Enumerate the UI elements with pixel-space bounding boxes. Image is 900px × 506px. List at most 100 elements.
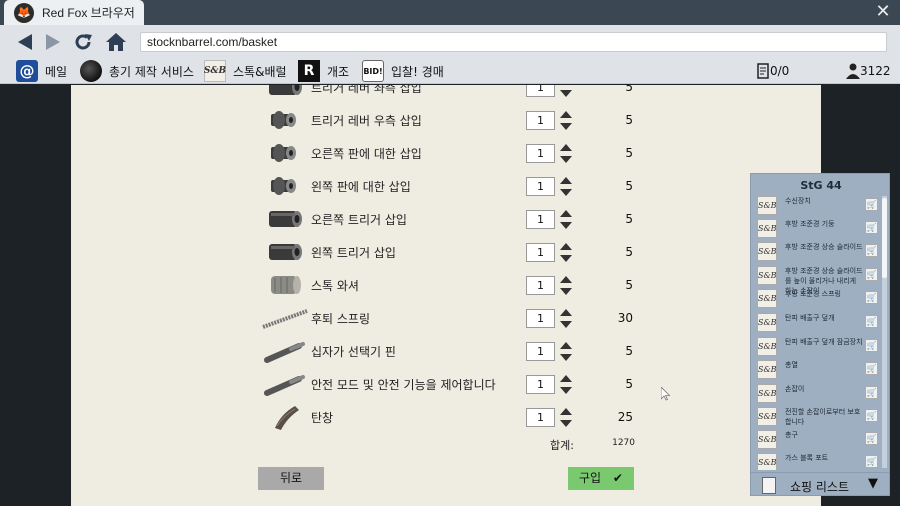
cart-icon[interactable]: 🛒 (865, 409, 878, 422)
bookmark-mods[interactable]: R 개조 (298, 59, 349, 83)
item-price: 25 (617, 410, 633, 424)
back-arrow-icon[interactable] (14, 31, 36, 53)
shopping-list-item[interactable]: S&B 총열 🛒 (753, 358, 883, 381)
back-button[interactable]: 뒤로 (258, 467, 324, 490)
basket-row: 오른쪽 판에 대한 삽입 1 5 (71, 137, 821, 170)
stock-and-barrel-logo: S&B (757, 407, 777, 426)
quantity-stepper-icon[interactable] (559, 374, 573, 395)
basket-row: 탄창 1 25 (71, 401, 821, 434)
bookmarks-bar: @ 메일 총기 제작 서비스 S&B 스톡&배럴 R 개조 BID! 입찰! 경… (0, 58, 900, 84)
address-bar[interactable]: stocknbarrel.com/basket (140, 32, 887, 52)
cart-icon[interactable]: 🛒 (865, 291, 878, 304)
quantity-stepper-icon[interactable] (559, 242, 573, 263)
shopping-list-items[interactable]: S&B 수신장치 🛒 S&B 후방 조준경 기둥 🛒 S&B 후방 조준경 상승 슬라이드 🛒 S… (753, 194, 883, 470)
quantity-input[interactable]: 1 (526, 342, 555, 361)
bookmark-label: 메일 (45, 64, 68, 79)
cart-icon[interactable]: 🛒 (865, 339, 878, 352)
part-image (261, 338, 309, 364)
shopping-item-name: 수신장치 (785, 197, 811, 205)
quantity-stepper-icon[interactable] (559, 209, 573, 230)
shopping-item-name: 손잡이 (785, 385, 805, 393)
quantity-input[interactable]: 1 (526, 408, 555, 427)
bookmark-gunsmith[interactable]: 총기 제작 서비스 (80, 59, 194, 83)
shopping-item-name: 후방 조준경 상승 슬라이드 (785, 243, 863, 251)
quantity-stepper-icon[interactable] (559, 308, 573, 329)
collapse-arrow-icon[interactable]: ▼ (868, 476, 878, 491)
cart-icon[interactable]: 🛒 (865, 244, 878, 257)
account-indicator[interactable]: 3122 (846, 59, 891, 83)
quantity-stepper-icon[interactable] (559, 275, 573, 296)
reload-icon[interactable] (72, 31, 94, 53)
shopping-item-name: 전진할 손잡이로부터 보호합니다 (785, 408, 861, 426)
shopping-list-item[interactable]: S&B 전진할 손잡이로부터 보호합니다 🛒 (753, 405, 883, 428)
shopping-item-name: 총열 (785, 361, 798, 369)
shopping-list-item[interactable]: S&B 탄피 배출구 덮개 🛒 (753, 311, 883, 334)
quantity-stepper-icon[interactable] (559, 341, 573, 362)
shopping-list-item[interactable]: S&B 후방 조준경 상승 슬라이드를 높이 올리거나 내리게 하는 손잡이 🛒 (753, 264, 883, 295)
quantity-input[interactable]: 1 (526, 85, 555, 97)
part-image (261, 272, 309, 298)
buy-label: 구입 (579, 471, 602, 485)
quantity-stepper-icon[interactable] (559, 110, 573, 131)
shopping-item-name: 후방 조준경 스프링 (785, 290, 841, 298)
item-price: 5 (625, 85, 633, 94)
quantity-stepper-icon[interactable] (559, 143, 573, 164)
basket-row: 오른쪽 트리거 삽입 1 5 (71, 203, 821, 236)
quantity-input[interactable]: 1 (526, 309, 555, 328)
bookmark-mail[interactable]: @ 메일 (16, 59, 67, 83)
shopping-list-item[interactable]: S&B 가스 블록 포트 🛒 (753, 451, 883, 470)
title-bar: 🦊 Red Fox 브라우저 ✕ (0, 0, 900, 25)
cart-icon[interactable]: 🛒 (865, 432, 878, 445)
quantity-stepper-icon[interactable] (559, 85, 573, 98)
cart-icon[interactable]: 🛒 (865, 315, 878, 328)
forward-arrow-icon[interactable] (42, 31, 64, 53)
home-icon[interactable] (105, 31, 127, 53)
shopping-list-item[interactable]: S&B 후방 조준경 상승 슬라이드 🛒 (753, 240, 883, 263)
quantity-input[interactable]: 1 (526, 111, 555, 130)
bookmark-stock-and-barrel[interactable]: S&B 스톡&배럴 (204, 59, 287, 83)
cart-icon[interactable]: 🛒 (865, 362, 878, 375)
browser-tab[interactable]: 🦊 Red Fox 브라우저 (4, 0, 144, 25)
shopping-list-label: 쇼핑 리스트 (790, 480, 850, 494)
orders-indicator[interactable]: 0/0 (757, 59, 789, 83)
quantity-input[interactable]: 1 (526, 276, 555, 295)
basket-page: 트리거 레버 좌측 삽입 1 5 트리거 레버 우측 삽입 1 5 오른쪽 판에 대한 삽입… (71, 85, 821, 506)
shopping-item-name: 가스 블록 포트 (785, 454, 829, 462)
cart-icon[interactable]: 🛒 (865, 455, 878, 468)
item-price: 5 (625, 146, 633, 160)
stock-and-barrel-logo: S&B (757, 384, 777, 403)
shopping-list-item[interactable]: S&B 탄피 배출구 덮개 잠금장치 🛒 (753, 335, 883, 358)
quantity-stepper-icon[interactable] (559, 407, 573, 428)
quantity-input[interactable]: 1 (526, 375, 555, 394)
cart-icon[interactable]: 🛒 (865, 221, 878, 234)
shopping-list-item[interactable]: S&B 수신장치 🛒 (753, 194, 883, 217)
shopping-list-item[interactable]: S&B 후방 조준경 기둥 🛒 (753, 217, 883, 240)
cart-icon[interactable]: 🛒 (865, 268, 878, 281)
mail-icon: @ (16, 60, 38, 82)
cart-icon[interactable]: 🛒 (865, 198, 878, 211)
shopping-list-panel: StG 44 S&B 수신장치 🛒 S&B 후방 조준경 기둥 🛒 S&B 후방 조준경 상승… (750, 173, 890, 496)
shopping-list-footer[interactable]: 쇼핑 리스트 ▼ (751, 472, 889, 496)
bookmark-bid-auction[interactable]: BID! 입찰! 경매 (362, 59, 444, 83)
shopping-list-scrollbar[interactable] (882, 196, 887, 468)
part-name: 십자가 선택기 핀 (311, 345, 396, 359)
stock-and-barrel-logo: S&B (757, 266, 777, 285)
part-image (261, 140, 309, 166)
quantity-input[interactable]: 1 (526, 144, 555, 163)
item-price: 5 (625, 278, 633, 292)
close-window-icon[interactable]: ✕ (872, 1, 894, 23)
shopping-list-title: StG 44 (800, 179, 842, 192)
user-money-icon (846, 63, 860, 79)
scrollbar-thumb[interactable] (882, 198, 887, 278)
quantity-input[interactable]: 1 (526, 210, 555, 229)
shopping-list-item[interactable]: S&B 총구 🛒 (753, 428, 883, 451)
total-value: 1270 (612, 438, 635, 448)
part-image (261, 371, 309, 397)
quantity-input[interactable]: 1 (526, 243, 555, 262)
cart-icon[interactable]: 🛒 (865, 386, 878, 399)
shopping-list-item[interactable]: S&B 후방 조준경 스프링 🛒 (753, 287, 883, 310)
buy-button[interactable]: 구입 ✔ (568, 467, 634, 490)
shopping-list-item[interactable]: S&B 손잡이 🛒 (753, 382, 883, 405)
quantity-input[interactable]: 1 (526, 177, 555, 196)
quantity-stepper-icon[interactable] (559, 176, 573, 197)
